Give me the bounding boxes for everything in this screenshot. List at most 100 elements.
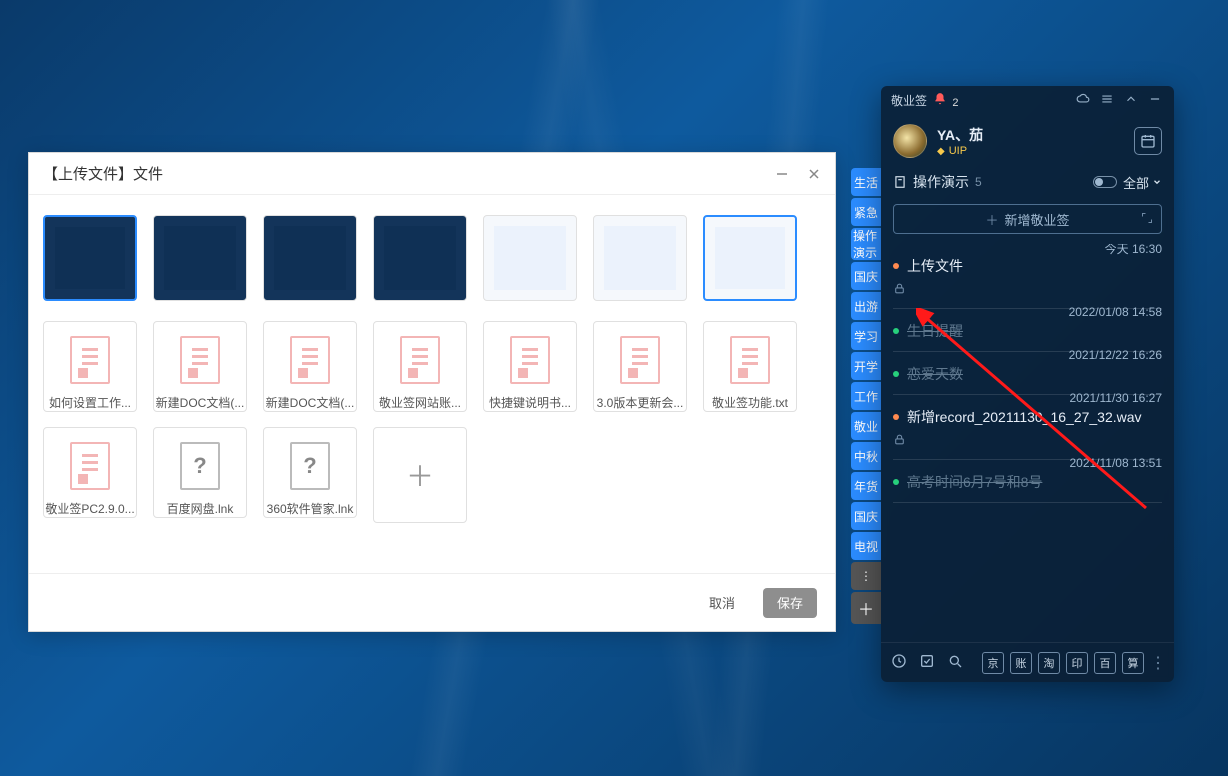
note-timestamp: 2022/01/08 14:58	[1069, 305, 1162, 319]
note-timestamp: 今天 16:30	[1105, 244, 1162, 257]
file-unknown[interactable]: 360软件管家.lnk	[263, 427, 357, 517]
profile-row: YA、茄 UIP	[881, 114, 1174, 168]
app-titlebar: 敬业签 2	[881, 86, 1174, 114]
lock-icon	[893, 433, 1162, 449]
tag-item[interactable]: 操作演示	[851, 228, 881, 260]
file-doc[interactable]: 如何设置工作...	[43, 321, 137, 411]
lock-icon	[893, 282, 1162, 298]
filter-dropdown[interactable]: 全部	[1123, 173, 1162, 192]
dialog-footer: 取消 保存	[29, 573, 835, 631]
note-title: 生日提醒	[907, 321, 963, 341]
notif-count: 2	[952, 97, 958, 109]
note-item[interactable]: 2021/12/22 16:26 恋爱天数	[893, 352, 1162, 395]
dialog-title: 【上传文件】文件	[43, 163, 775, 184]
expand-icon[interactable]	[1141, 212, 1153, 227]
minimize-icon[interactable]	[775, 167, 789, 181]
tag-item[interactable]: 工作	[851, 382, 881, 410]
quick-link[interactable]: 算	[1122, 652, 1144, 674]
file-unknown[interactable]: 百度网盘.lnk	[153, 427, 247, 517]
quick-link[interactable]: 百	[1094, 652, 1116, 674]
file-thumb[interactable]	[593, 215, 687, 305]
tag-item[interactable]: 学习	[851, 322, 881, 350]
upload-files-dialog: 【上传文件】文件 如何设置工作... 新建DOC文档(... 新建DOC文档(.…	[28, 152, 836, 632]
quick-link[interactable]: 印	[1066, 652, 1088, 674]
calendar-icon[interactable]	[1134, 127, 1162, 155]
file-doc[interactable]: 敬业签网站账...	[373, 321, 467, 411]
quick-link[interactable]: 淘	[1038, 652, 1060, 674]
tag-add[interactable]: ＋	[851, 592, 881, 624]
note-title: 上传文件	[907, 256, 963, 276]
collapse-icon[interactable]	[1122, 90, 1140, 111]
section-title: 操作演示	[913, 172, 969, 192]
file-thumb[interactable]	[483, 215, 577, 305]
status-dot	[893, 371, 899, 377]
note-item[interactable]: 2022/01/08 14:58 生日提醒	[893, 309, 1162, 352]
app-brand: 敬业签	[891, 92, 927, 109]
file-doc[interactable]: 敬业签PC2.9.0...	[43, 427, 137, 517]
view-toggle[interactable]	[1093, 176, 1117, 188]
file-thumb[interactable]	[703, 215, 797, 305]
minimize-icon[interactable]	[1146, 90, 1164, 111]
note-item[interactable]: 今天 16:30 上传文件	[893, 244, 1162, 309]
username: YA、茄	[937, 125, 983, 145]
note-title: 恋爱天数	[907, 364, 963, 384]
tag-item[interactable]: 电视	[851, 532, 881, 560]
notes-list: 今天 16:30 上传文件 2022/01/08 14:58 生日提醒 2021…	[881, 244, 1174, 642]
file-doc[interactable]: 3.0版本更新会...	[593, 321, 687, 411]
file-thumb[interactable]	[43, 215, 137, 305]
file-doc[interactable]: 快捷键说明书...	[483, 321, 577, 411]
status-dot	[893, 414, 899, 420]
category-tags: 生活 紧急 操作演示 国庆 出游 学习 开学 工作 敬业 中秋 年货 国庆 电视…	[851, 168, 881, 624]
file-thumb[interactable]	[373, 215, 467, 305]
add-file-button[interactable]: ＋	[373, 427, 467, 523]
note-timestamp: 2021/12/22 16:26	[1069, 348, 1162, 362]
file-doc[interactable]: 新建DOC文档(...	[263, 321, 357, 411]
bookmark-icon	[893, 175, 907, 189]
tag-item[interactable]: 敬业	[851, 412, 881, 440]
tag-item[interactable]: 国庆	[851, 262, 881, 290]
file-thumb[interactable]	[263, 215, 357, 305]
quick-link[interactable]: 京	[982, 652, 1004, 674]
section-count: 5	[975, 175, 982, 189]
window-controls	[775, 167, 821, 181]
quick-link[interactable]: 账	[1010, 652, 1032, 674]
save-button[interactable]: 保存	[763, 588, 817, 618]
tag-item[interactable]: 年货	[851, 472, 881, 500]
tag-item[interactable]: 国庆	[851, 502, 881, 530]
avatar[interactable]	[893, 124, 927, 158]
file-doc[interactable]: 新建DOC文档(...	[153, 321, 247, 411]
dialog-header: 【上传文件】文件	[29, 153, 835, 195]
tag-item[interactable]: 开学	[851, 352, 881, 380]
chevron-down-icon	[1152, 177, 1162, 187]
menu-icon[interactable]	[1098, 90, 1116, 111]
add-note-button[interactable]: ＋ 新增敬业签	[893, 204, 1162, 234]
sticky-app: 敬业签 2 YA、茄 UIP 操作演示 5 全部	[881, 86, 1174, 682]
cancel-button[interactable]: 取消	[695, 588, 749, 618]
status-dot	[893, 263, 899, 269]
vip-badge: UIP	[937, 145, 983, 157]
tag-item[interactable]: 出游	[851, 292, 881, 320]
note-timestamp: 2021/11/30 16:27	[1069, 391, 1162, 405]
app-footer: 京 账 淘 印 百 算 ⋮	[881, 642, 1174, 682]
tag-item[interactable]: 生活	[851, 168, 881, 196]
note-item[interactable]: 2021/11/08 13:51 高考时间6月7号和8号	[893, 460, 1162, 503]
status-dot	[893, 479, 899, 485]
note-timestamp: 2021/11/08 13:51	[1069, 456, 1162, 470]
more-icon[interactable]: ⋮	[1150, 653, 1164, 673]
note-title: 高考时间6月7号和8号	[907, 472, 1042, 492]
file-doc[interactable]: 敬业签功能.txt	[703, 321, 797, 411]
note-item[interactable]: 2021/11/30 16:27 新增record_20211130_16_27…	[893, 395, 1162, 460]
file-thumb[interactable]	[153, 215, 247, 305]
notifications-icon[interactable]: 2	[933, 92, 958, 109]
clock-icon[interactable]	[891, 653, 907, 672]
tag-more[interactable]: ⋮	[851, 562, 881, 590]
note-title: 新增record_20211130_16_27_32.wav	[907, 407, 1142, 427]
search-icon[interactable]	[947, 653, 963, 672]
checkbox-icon[interactable]	[919, 653, 935, 672]
section-header: 操作演示 5 全部	[881, 168, 1174, 198]
tag-item[interactable]: 紧急	[851, 198, 881, 226]
status-dot	[893, 328, 899, 334]
cloud-sync-icon[interactable]	[1074, 90, 1092, 111]
tag-item[interactable]: 中秋	[851, 442, 881, 470]
close-icon[interactable]	[807, 167, 821, 181]
